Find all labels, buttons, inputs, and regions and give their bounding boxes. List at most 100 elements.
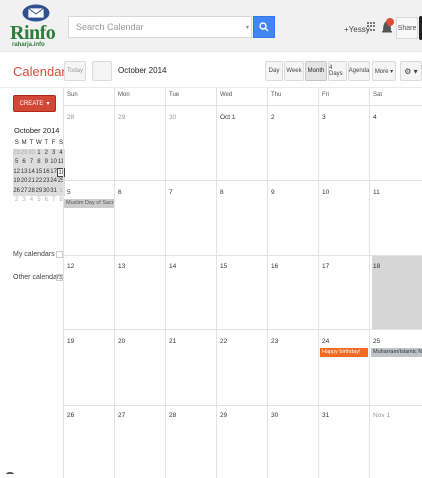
mini-day[interactable]: 14 <box>27 167 36 177</box>
mini-day[interactable]: 19 <box>13 177 21 187</box>
day-number[interactable]: 21 <box>169 338 176 345</box>
apps-grid-icon[interactable] <box>367 22 376 31</box>
mini-day[interactable]: 2 <box>42 148 50 158</box>
mini-day[interactable]: 12 <box>13 167 21 177</box>
calendar-event[interactable]: Happy birthday! <box>320 348 368 357</box>
prev-next-button[interactable] <box>92 61 112 81</box>
mini-day[interactable]: 17 <box>49 167 58 177</box>
mini-day[interactable]: 20 <box>20 177 28 187</box>
day-number[interactable]: 13 <box>118 263 125 270</box>
mini-day[interactable]: 6 <box>43 196 50 206</box>
settings-button[interactable]: ⚙ ▾ <box>400 61 422 81</box>
day-number[interactable]: 17 <box>322 263 329 270</box>
mini-day[interactable]: 1 <box>35 148 43 158</box>
day-number[interactable]: 7 <box>169 189 173 196</box>
view-week-button[interactable]: Week <box>284 61 304 81</box>
day-number-today[interactable]: 18 <box>373 263 380 270</box>
day-number[interactable]: 23 <box>271 338 278 345</box>
create-dropdown-icon: ▾ <box>46 101 50 107</box>
view-month-button[interactable]: Month <box>305 61 327 81</box>
mini-day[interactable]: 27 <box>20 186 28 196</box>
mini-day[interactable]: 10 <box>49 158 58 168</box>
day-number[interactable]: 12 <box>67 263 74 270</box>
mini-day[interactable]: 29 <box>20 148 28 158</box>
notifications-bell-icon[interactable] <box>380 17 394 35</box>
day-number[interactable]: 27 <box>118 412 125 419</box>
day-number[interactable]: 22 <box>220 338 227 345</box>
mini-day[interactable]: 7 <box>50 196 57 206</box>
day-number[interactable]: 28 <box>67 114 74 121</box>
my-calendars-dropdown-icon[interactable] <box>56 251 63 258</box>
mini-day[interactable]: 24 <box>49 177 58 187</box>
day-number[interactable]: 29 <box>220 412 227 419</box>
day-number[interactable]: 2 <box>271 114 275 121</box>
mini-day[interactable]: 15 <box>35 167 43 177</box>
day-number[interactable]: 24 <box>322 338 329 345</box>
my-calendars-label[interactable]: My calendars <box>13 251 55 258</box>
day-number[interactable]: 9 <box>271 189 275 196</box>
day-number[interactable]: 6 <box>118 189 122 196</box>
day-number[interactable]: Oct 1 <box>220 114 236 121</box>
mini-day[interactable]: 3 <box>20 196 27 206</box>
day-number[interactable]: 30 <box>169 114 176 121</box>
day-number[interactable]: 10 <box>322 189 329 196</box>
mini-day[interactable]: 2 <box>13 196 20 206</box>
day-number[interactable]: 16 <box>271 263 278 270</box>
search-options-arrow-icon[interactable]: ▾ <box>246 24 249 31</box>
view-day-button[interactable]: Day <box>265 61 283 81</box>
day-number[interactable]: 30 <box>271 412 278 419</box>
mini-day[interactable]: 8 <box>35 158 43 168</box>
search-button[interactable] <box>253 16 275 38</box>
create-button[interactable]: CREATE ▾ <box>13 95 56 112</box>
mini-day[interactable]: 26 <box>13 186 21 196</box>
mini-day[interactable]: 23 <box>42 177 50 187</box>
day-number[interactable]: 4 <box>373 114 377 121</box>
calendar-event[interactable]: Muslim Day of Sacrifice (Id <box>64 199 114 208</box>
today-button[interactable]: Today <box>64 61 86 81</box>
day-number[interactable]: 26 <box>67 412 74 419</box>
mini-day[interactable]: 30 <box>42 186 50 196</box>
search-input[interactable]: Search Calendar <box>68 16 252 38</box>
day-number[interactable]: 29 <box>118 114 125 121</box>
row-divider <box>63 405 422 406</box>
mini-day[interactable]: 30 <box>27 148 36 158</box>
calendar-event[interactable]: Muharram/Islamic New Ye <box>371 348 422 357</box>
mini-day[interactable]: 16 <box>42 167 50 177</box>
day-number[interactable]: 11 <box>373 189 380 196</box>
mini-day[interactable]: 22 <box>35 177 43 187</box>
day-number[interactable]: 28 <box>169 412 176 419</box>
day-number[interactable]: 8 <box>220 189 224 196</box>
mini-calendar-title[interactable]: October 2014 <box>14 126 59 135</box>
user-name-link[interactable]: +Yessy <box>344 25 370 34</box>
day-number[interactable]: Nov 1 <box>373 412 390 419</box>
day-number[interactable]: 5 <box>67 189 71 196</box>
mini-calendar: S M T W T F S 28 29 30 1 2 3 4 5 6 7 8 9… <box>13 139 65 206</box>
mini-day[interactable]: 21 <box>27 177 36 187</box>
mini-day[interactable]: 9 <box>42 158 50 168</box>
mini-day[interactable]: 29 <box>35 186 43 196</box>
day-number[interactable]: 14 <box>169 263 176 270</box>
mini-day[interactable]: 5 <box>35 196 42 206</box>
mini-dow: M <box>21 140 27 146</box>
mini-day[interactable]: 13 <box>20 167 28 177</box>
mini-day[interactable]: 5 <box>13 158 21 168</box>
share-button[interactable]: Share <box>396 17 418 39</box>
mini-day[interactable]: 4 <box>28 196 35 206</box>
day-number[interactable]: 3 <box>322 114 326 121</box>
more-button[interactable]: More ▾ <box>372 61 396 81</box>
mini-day[interactable]: 7 <box>27 158 36 168</box>
mini-day[interactable]: 3 <box>49 148 58 158</box>
other-calendars-dropdown-icon[interactable] <box>56 274 63 281</box>
mini-day[interactable]: 28 <box>13 148 21 158</box>
day-number[interactable]: 20 <box>118 338 125 345</box>
view-agenda-button[interactable]: Agenda <box>348 61 370 81</box>
view-4days-button[interactable]: 4 Days <box>328 61 347 81</box>
mini-day[interactable]: 31 <box>49 186 58 196</box>
day-number[interactable]: 19 <box>67 338 74 345</box>
mini-day[interactable]: 28 <box>27 186 36 196</box>
day-number[interactable]: 31 <box>322 412 329 419</box>
day-number[interactable]: 25 <box>373 338 380 345</box>
mini-day[interactable]: 6 <box>20 158 28 168</box>
day-number[interactable]: 15 <box>220 263 227 270</box>
rinfo-logo[interactable]: Rinfo raharja.info <box>8 3 62 49</box>
